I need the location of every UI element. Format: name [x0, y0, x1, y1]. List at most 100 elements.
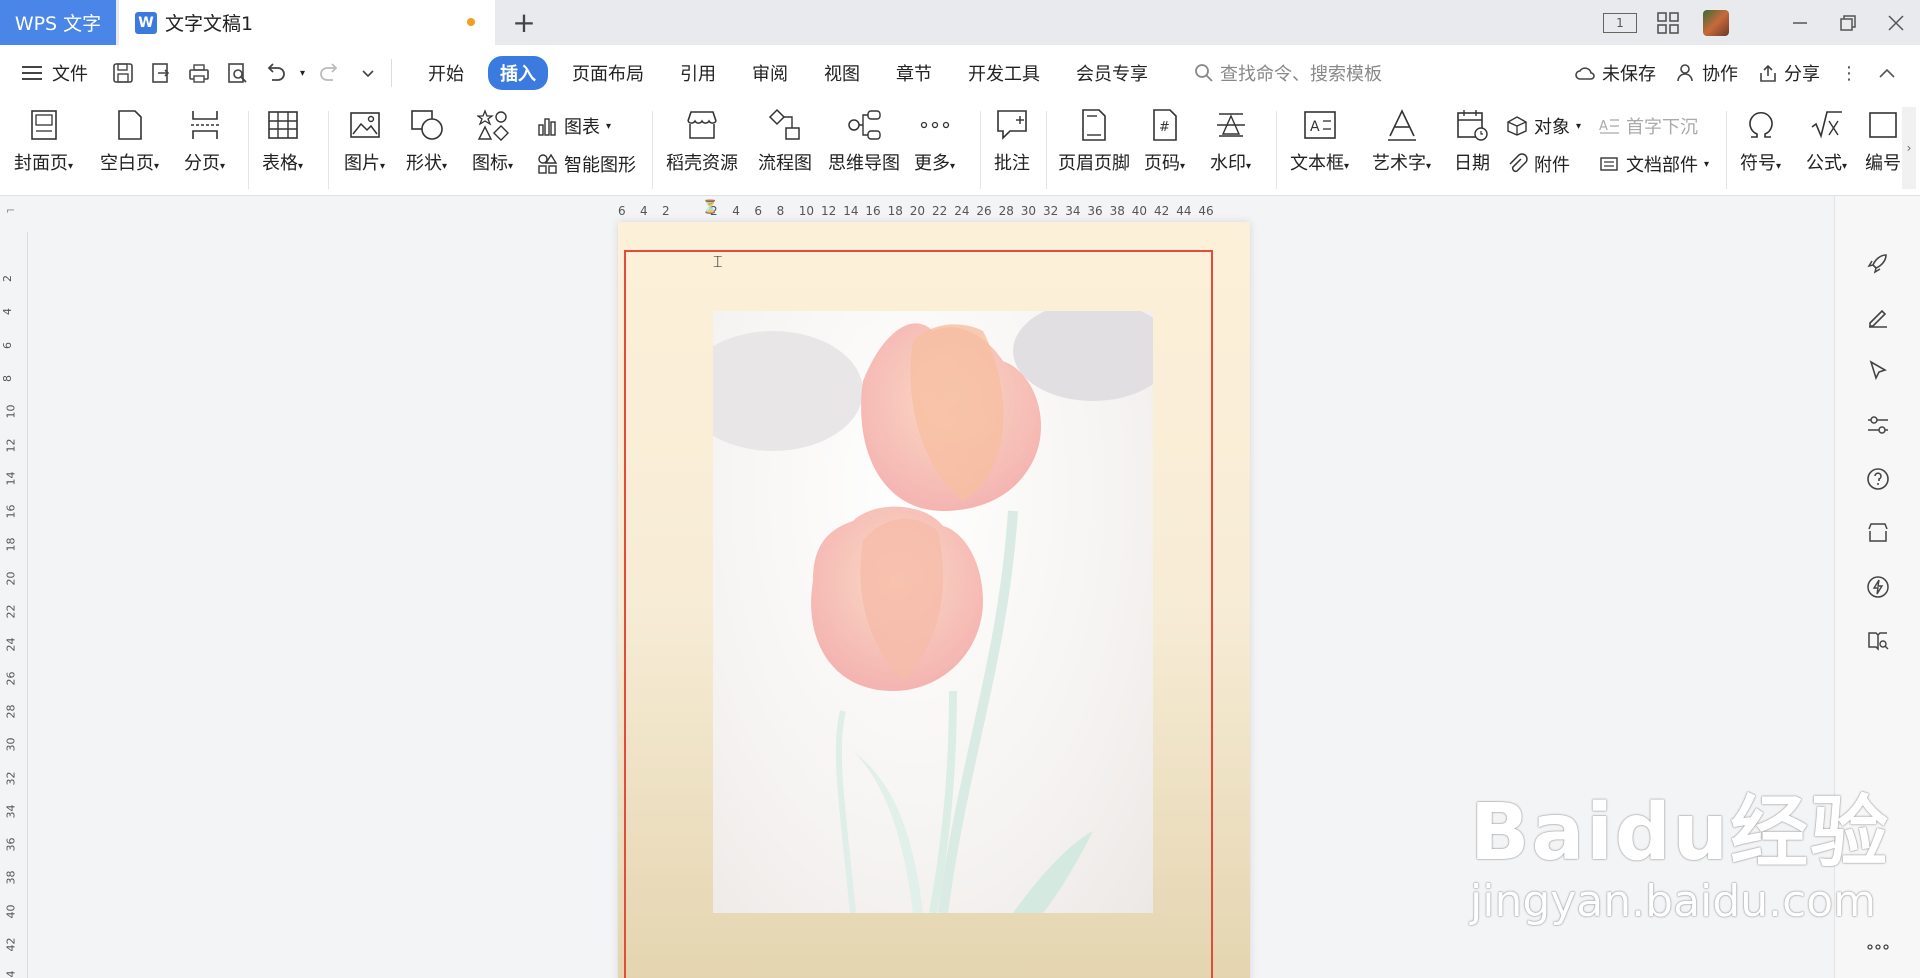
header-footer-button[interactable]: 页眉页脚: [1058, 101, 1130, 175]
blank-page-button[interactable]: 空白页▾: [100, 101, 159, 175]
icon-button[interactable]: 图标▾: [472, 101, 513, 175]
watermark-button[interactable]: 水印▾: [1210, 101, 1251, 175]
picture-button[interactable]: 图片▾: [344, 101, 385, 175]
user-avatar[interactable]: [1692, 0, 1740, 45]
wordart-icon: [1384, 107, 1420, 143]
collab-button[interactable]: 协作: [1676, 60, 1738, 86]
shape-button[interactable]: 形状▾: [406, 101, 447, 175]
undo-icon[interactable]: [262, 60, 288, 86]
menu-insert[interactable]: 插入: [488, 56, 549, 90]
docer-store-icon: [684, 107, 720, 143]
ruler-label: 4: [640, 204, 648, 218]
select-pointer-icon[interactable]: [1863, 356, 1893, 386]
chart-button[interactable]: 图表 ▾: [536, 113, 611, 139]
textbox-button[interactable]: A 文本框▾: [1290, 101, 1349, 175]
adjust-sliders-icon[interactable]: [1863, 410, 1893, 440]
vertical-ruler-label: 4: [1, 308, 14, 316]
svg-text:#: #: [1159, 120, 1170, 135]
customize-toolbar-icon[interactable]: [355, 60, 381, 86]
doc-parts-button[interactable]: 文档部件 ▾: [1598, 151, 1709, 177]
formula-button[interactable]: 公式▾: [1806, 101, 1847, 175]
object-button[interactable]: 对象 ▾: [1506, 113, 1581, 139]
close-icon[interactable]: [1872, 0, 1920, 45]
menu-section[interactable]: 章节: [884, 56, 944, 90]
page-number-icon: #: [1147, 107, 1183, 143]
user-icon: [1677, 64, 1693, 82]
object-label: 对象: [1534, 117, 1570, 138]
save-icon[interactable]: [110, 60, 136, 86]
page-number-button[interactable]: # 页码▾: [1144, 101, 1185, 175]
rocket-icon[interactable]: [1863, 248, 1893, 278]
menu-right-actions: 未保存 协作 分享 ⋮: [1574, 45, 1896, 101]
hamburger-icon: [22, 66, 42, 80]
drop-cap-label: 首字下沉: [1626, 117, 1698, 138]
print-preview-icon[interactable]: [224, 60, 250, 86]
menu-view[interactable]: 视图: [812, 56, 872, 90]
document-tab[interactable]: W 文字文稿1: [119, 0, 495, 45]
docer-label: 稻壳资源: [666, 153, 738, 174]
search-icon: [1195, 64, 1213, 82]
export-pdf-icon[interactable]: [148, 60, 174, 86]
attachment-button[interactable]: 附件: [1506, 151, 1570, 177]
page-indicator: 1: [1603, 12, 1637, 33]
watermark-url: jingyan.baidu.com: [1470, 876, 1877, 927]
svg-text:A: A: [1310, 119, 1320, 135]
ruler-label: 36: [1087, 204, 1103, 218]
page-break-button[interactable]: 分页▾: [184, 101, 225, 175]
date-button[interactable]: 日期: [1454, 101, 1490, 175]
ruler-corner-icon: ⌐: [6, 204, 16, 217]
more-button[interactable]: 更多▾: [914, 101, 955, 175]
icon-button-label: 图标: [472, 153, 508, 174]
print-icon[interactable]: [186, 60, 212, 86]
minimize-icon[interactable]: [1776, 0, 1824, 45]
mindmap-button[interactable]: 思维导图: [828, 101, 900, 175]
menu-home[interactable]: 开始: [416, 56, 476, 90]
file-menu[interactable]: 文件: [22, 60, 88, 86]
menu-developer[interactable]: 开发工具: [956, 56, 1052, 90]
redo-icon[interactable]: [317, 60, 343, 86]
unsaved-dot: [467, 18, 475, 26]
table-button[interactable]: 表格▾: [262, 101, 303, 175]
more-tools-icon[interactable]: [1863, 932, 1893, 962]
grid-apps-icon[interactable]: [1644, 0, 1692, 45]
menu-member[interactable]: 会员专享: [1064, 56, 1160, 90]
comment-button[interactable]: 批注: [994, 101, 1030, 175]
ribbon-scroll-right-icon[interactable]: ›: [1902, 107, 1916, 189]
drop-cap-button[interactable]: A 首字下沉: [1598, 113, 1698, 139]
store-icon[interactable]: [1863, 518, 1893, 548]
vertical-ruler-label: 22: [4, 604, 18, 619]
ribbon-divider: [328, 111, 329, 189]
lightning-icon[interactable]: [1863, 572, 1893, 602]
watermark-label: 水印: [1210, 153, 1246, 174]
docer-resources-button[interactable]: 稻壳资源: [666, 101, 738, 175]
menu-review[interactable]: 审阅: [740, 56, 800, 90]
share-button[interactable]: 分享: [1758, 60, 1820, 86]
restore-icon[interactable]: [1824, 0, 1872, 45]
menu-page-layout[interactable]: 页面布局: [560, 56, 656, 90]
help-icon[interactable]: [1863, 464, 1893, 494]
ruler-scale[interactable]: 6 4 2 2 4 6 8 10 12 14 16 18 20 22 24 26 28 30 32 34 36 38 40 4…: [618, 200, 1248, 222]
read-mode-icon[interactable]: [1863, 626, 1893, 656]
menu-references[interactable]: 引用: [668, 56, 728, 90]
symbol-button[interactable]: 符号▾: [1740, 101, 1781, 175]
numbering-button[interactable]: 编号: [1866, 101, 1900, 175]
undo-dropdown-icon[interactable]: ▾: [300, 68, 305, 79]
more-options-icon[interactable]: ⋮: [1840, 63, 1858, 84]
new-tab-button[interactable]: +: [508, 6, 540, 39]
vertical-ruler-label: 8: [1, 374, 14, 382]
page-view-button[interactable]: 1: [1596, 0, 1644, 45]
wordart-button[interactable]: 艺术字▾: [1372, 101, 1431, 175]
smart-art-button[interactable]: 智能图形: [536, 151, 636, 177]
app-tab[interactable]: WPS 文字: [0, 0, 116, 45]
flowchart-button[interactable]: 流程图: [758, 101, 812, 175]
shape-label: 形状: [406, 153, 442, 174]
tulip-background-image: [713, 311, 1153, 913]
command-search[interactable]: 查找命令、搜索模板: [1194, 60, 1382, 86]
ruler-label: 4: [732, 204, 740, 218]
unsaved-status[interactable]: 未保存: [1574, 60, 1656, 86]
cover-page-button[interactable]: 封面页▾: [14, 101, 73, 175]
collapse-ribbon-icon[interactable]: [1878, 67, 1896, 79]
ruler-label: 40: [1131, 204, 1148, 218]
pen-icon[interactable]: [1863, 302, 1893, 332]
indent-marker-icon[interactable]: ⏳: [702, 200, 718, 215]
